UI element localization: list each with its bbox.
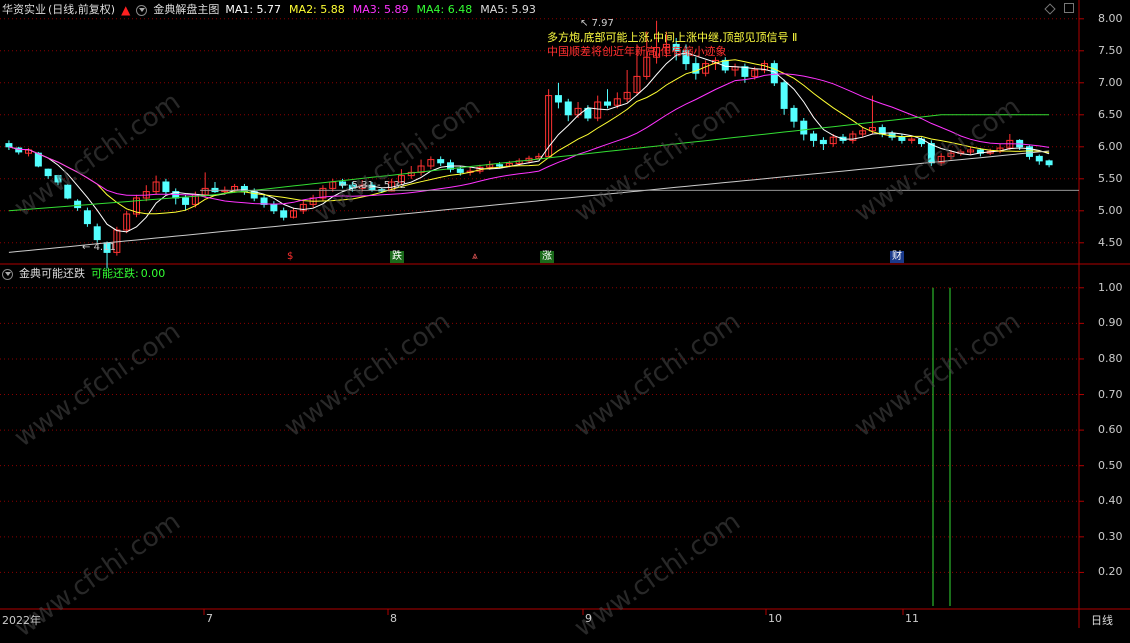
candle-body [74,200,82,209]
candle-body [83,210,91,225]
y-tick-label: 0.20 [1098,565,1123,579]
candle-body [162,181,170,193]
candle-body [564,101,572,116]
candle-body [437,159,445,164]
y-tick-label: 5.50 [1098,171,1123,185]
y-tick-label: 7.50 [1098,43,1123,57]
candle-body [898,136,906,141]
candle-body [270,203,278,212]
candle-body [741,66,749,77]
candle-body [1045,160,1053,166]
candle-body [1035,155,1043,162]
candle-body [93,226,101,241]
mid-price-label: ← 5.31 - 5.32 [340,180,407,191]
candle-body [554,95,562,103]
y-tick-label: 0.60 [1098,423,1123,437]
sub-indicator-name[interactable]: 金典可能还跌 [19,265,85,283]
annotation-line2: 中国顺差将创近年新高,但有缩小迹象 [547,45,727,58]
sub-series-value: 0.00 [140,267,166,280]
signal-fall[interactable]: 跌 [390,251,404,263]
signal-finance[interactable]: 财 [890,251,904,263]
candle-body [604,101,612,106]
sub-chart-header: 金典可能还跌 可能还跌: 0.00 [0,265,165,283]
x-tick-oct: 10 [768,612,782,625]
y-tick-label: 0.30 [1098,529,1123,543]
signal-dollar[interactable]: $ [285,251,295,263]
candle-body [496,164,504,167]
x-tick-sep: 9 [585,612,592,625]
x-tick-jul: 7 [206,612,213,625]
y-tick-label: 0.40 [1098,494,1123,508]
x-tick-aug: 8 [390,612,397,625]
y-tick-label: 0.50 [1098,458,1123,472]
signal-up-arrow-icon[interactable]: ⩓ [470,251,480,263]
x-tick-nov: 11 [905,612,919,625]
candle-body [800,120,808,135]
low-price-label: ← 4.11 [82,242,116,253]
period-tab-daily[interactable]: 日线 [1091,612,1113,628]
candle-body [819,139,827,145]
candle-body [5,143,13,148]
candle-body [810,133,818,141]
y-tick-label: 6.50 [1098,107,1123,121]
high-price-label: ↖ 7.97 [580,18,614,29]
y-tick-label: 8.00 [1098,11,1123,25]
y-tick-label: 1.00 [1098,280,1123,294]
y-tick-label: 6.00 [1098,139,1123,153]
signal-rise[interactable]: 涨 [540,251,554,263]
sub-series-label: 可能还跌: [91,267,139,280]
candle-body [182,197,190,205]
y-tick-label: 0.90 [1098,316,1123,330]
candle-body [280,210,288,218]
y-tick-label: 7.00 [1098,75,1123,89]
y-tick-label: 4.50 [1098,235,1123,249]
y-tick-label: 5.00 [1098,203,1123,217]
candle-body [456,168,464,173]
candle-body [790,107,798,122]
candle-body [780,82,788,109]
y-tick-label: 0.70 [1098,387,1123,401]
x-tick-year: 2022年 [2,614,41,627]
sub-indicator-menu-icon[interactable] [2,268,13,280]
y-tick-label: 0.80 [1098,351,1123,365]
